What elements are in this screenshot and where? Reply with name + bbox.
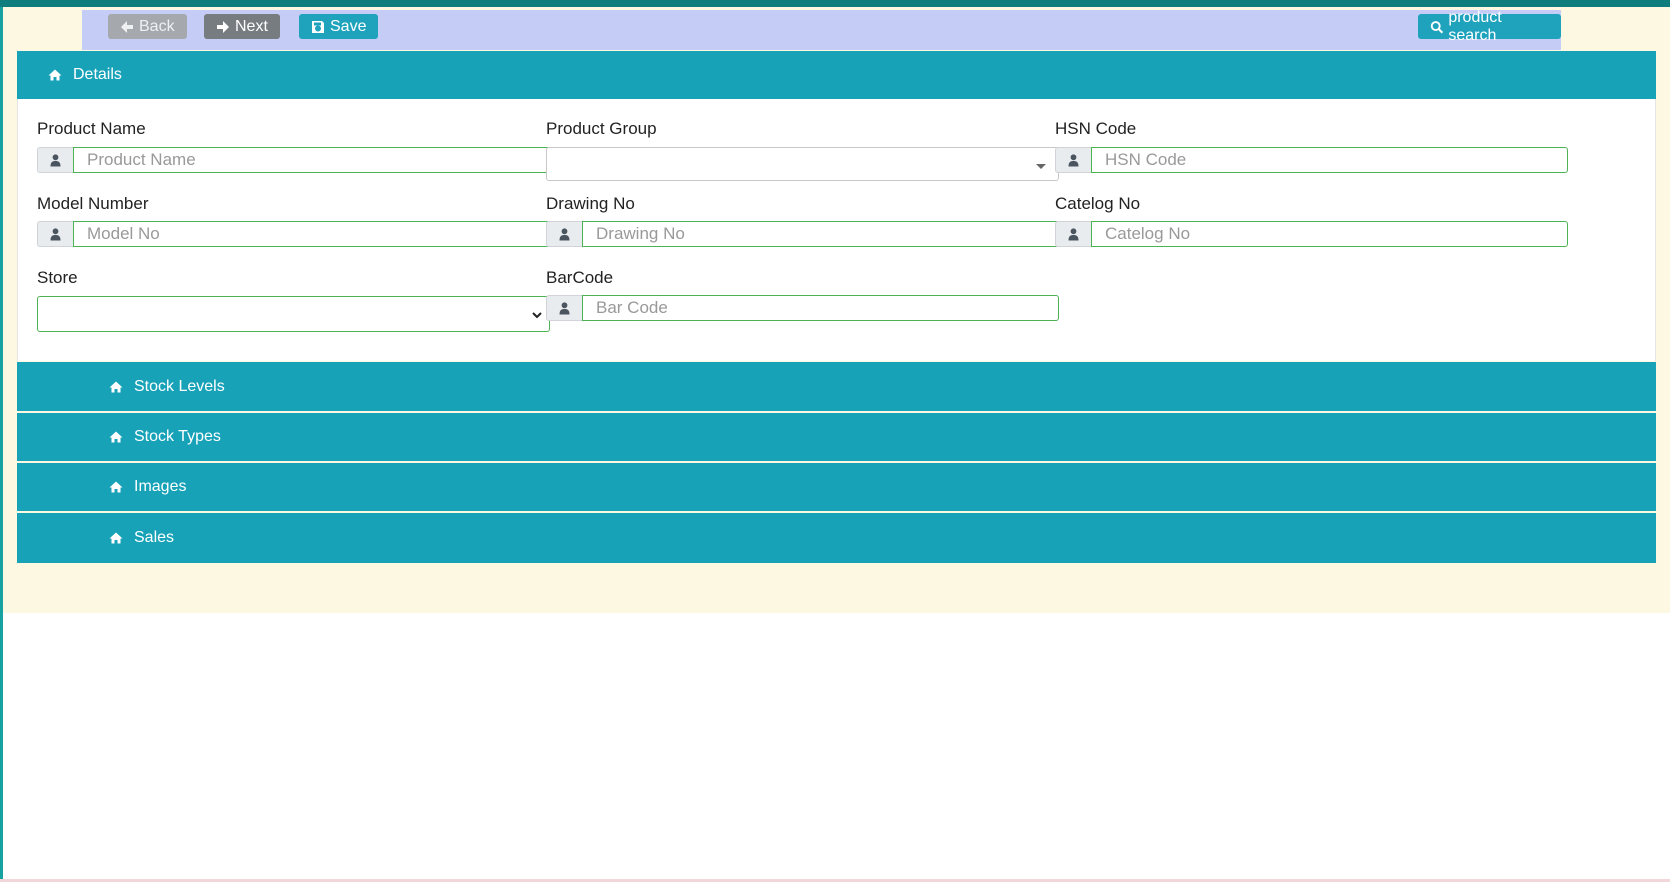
- product-group-select[interactable]: [546, 147, 1059, 181]
- user-icon: [1068, 227, 1079, 240]
- page-frame: Back Next Save product search Details Pr…: [3, 7, 1670, 613]
- product-name-input[interactable]: Product Name: [73, 147, 550, 173]
- hsn-code-field: HSN Code HSN Code: [1055, 119, 1568, 173]
- product-name-label: Product Name: [37, 119, 146, 138]
- section-header-details[interactable]: Details: [17, 51, 1656, 99]
- user-icon: [50, 153, 61, 166]
- store-label: Store: [37, 268, 78, 287]
- product-name-group: Product Name: [37, 147, 550, 173]
- barcode-field: BarCode Bar Code: [546, 268, 1059, 321]
- hsn-code-label: HSN Code: [1055, 119, 1137, 138]
- arrow-right-icon: [217, 20, 229, 33]
- barcode-group: Bar Code: [546, 295, 1059, 321]
- section-title-stock-types: Stock Types: [134, 428, 221, 445]
- home-icon: [109, 532, 123, 544]
- catelog-no-label: Catelog No: [1055, 194, 1141, 213]
- model-number-field: Model Number Model No: [37, 194, 550, 247]
- user-icon: [559, 301, 570, 314]
- catelog-no-field: Catelog No Catelog No: [1055, 194, 1568, 247]
- toolbar: Back Next Save product search: [82, 9, 1561, 50]
- model-number-input[interactable]: Model No: [73, 221, 550, 247]
- drawing-no-group: Drawing No: [546, 221, 1059, 247]
- user-icon: [559, 227, 570, 240]
- section-title-stock-levels: Stock Levels: [134, 377, 225, 395]
- product-group-label: Product Group: [546, 119, 657, 138]
- user-icon: [1068, 153, 1079, 166]
- user-icon-addon: [37, 221, 73, 247]
- top-accent-bar: [0, 0, 1670, 7]
- model-number-group: Model No: [37, 221, 550, 247]
- store-field: Store: [37, 268, 550, 332]
- catelog-no-input[interactable]: Catelog No: [1091, 221, 1568, 247]
- search-icon: [1430, 20, 1444, 33]
- section-header-images[interactable]: Images: [17, 463, 1656, 511]
- barcode-label: BarCode: [546, 268, 614, 287]
- floppy-disk-icon: [312, 20, 324, 33]
- save-button-label: Save: [330, 17, 367, 35]
- model-number-label: Model Number: [37, 194, 149, 213]
- drawing-no-label: Drawing No: [546, 194, 635, 213]
- hsn-code-input[interactable]: HSN Code: [1091, 147, 1568, 173]
- dropdown-caret-icon: [1036, 164, 1046, 169]
- section-header-stock-types[interactable]: Stock Types: [17, 413, 1656, 461]
- next-button-label: Next: [235, 17, 268, 35]
- user-icon-addon: [546, 295, 582, 321]
- hsn-code-group: HSN Code: [1055, 147, 1568, 173]
- user-icon-addon: [37, 147, 73, 173]
- back-button[interactable]: Back: [108, 14, 187, 39]
- section-title-images: Images: [134, 478, 187, 495]
- user-icon-addon: [1055, 147, 1091, 173]
- home-icon: [48, 69, 62, 81]
- store-select[interactable]: [37, 296, 550, 332]
- arrow-left-icon: [121, 20, 133, 33]
- user-icon-addon: [1055, 221, 1091, 247]
- drawing-no-input[interactable]: Drawing No: [582, 221, 1059, 247]
- product-name-field: Product Name Product Name: [37, 119, 550, 173]
- user-icon-addon: [546, 221, 582, 247]
- catelog-no-group: Catelog No: [1055, 221, 1568, 247]
- barcode-input[interactable]: Bar Code: [582, 295, 1059, 321]
- home-icon: [109, 481, 123, 493]
- section-title-details: Details: [73, 66, 122, 83]
- next-button[interactable]: Next: [204, 14, 280, 39]
- user-icon: [50, 227, 61, 240]
- back-button-label: Back: [139, 17, 175, 35]
- section-header-stock-levels[interactable]: Stock Levels: [17, 362, 1656, 411]
- section-header-sales[interactable]: Sales: [17, 513, 1656, 563]
- home-icon: [109, 381, 123, 392]
- product-search-button[interactable]: product search: [1418, 9, 1561, 44]
- home-icon: [109, 431, 123, 443]
- product-search-label: product search: [1448, 8, 1502, 44]
- section-title-sales: Sales: [134, 529, 175, 546]
- product-group-field: Product Group: [546, 119, 1059, 181]
- save-button[interactable]: Save: [299, 14, 379, 39]
- details-panel: Product Name Product Name Product Group …: [17, 99, 1656, 361]
- drawing-no-field: Drawing No Drawing No: [546, 194, 1059, 247]
- chevron-down-icon: [532, 312, 542, 319]
